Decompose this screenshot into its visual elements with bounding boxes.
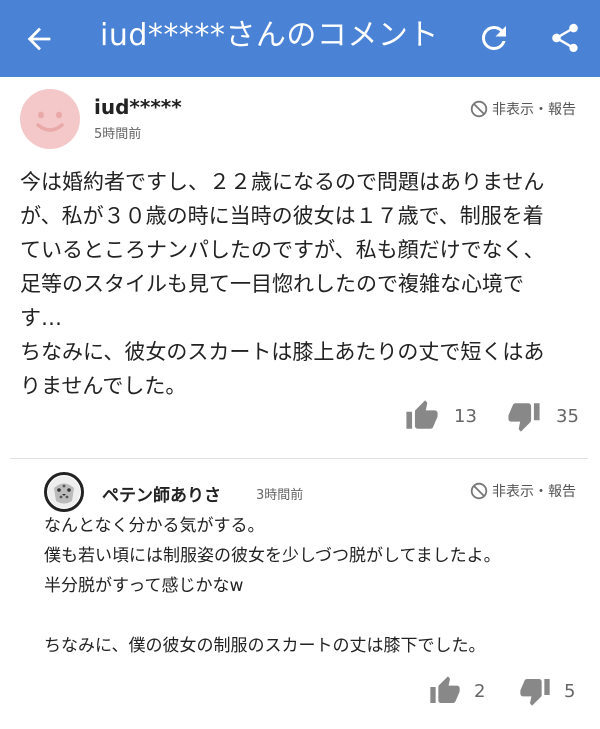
comment-line: 足等のスタイルも見て一目惚れしたので複雑な心境で xyxy=(20,272,524,296)
smiley-face-icon xyxy=(36,111,64,132)
like-button[interactable]: 13 xyxy=(404,399,477,433)
block-icon xyxy=(470,100,488,118)
thumbs-down-icon xyxy=(520,679,550,706)
dislike-button[interactable]: 35 xyxy=(506,399,579,433)
reply-like-count: 2 xyxy=(474,680,486,702)
thumbs-up-icon xyxy=(406,400,438,429)
reply-hide-report-label: 非表示・報告 xyxy=(492,484,576,500)
comment-line: が、私が３０歳の時に当時の彼女は１７歳で、制服を着 xyxy=(20,204,544,228)
reply-line: ちなみに、僕の彼女の制服のスカートの丈は膝下でした。 xyxy=(44,636,486,656)
leopard-avatar-icon xyxy=(48,476,80,508)
back-arrow-icon[interactable] xyxy=(22,22,56,56)
hide-report-button[interactable]: 非表示・報告 xyxy=(470,99,576,119)
like-count: 13 xyxy=(454,405,477,427)
reply-username[interactable]: ペテン師ありさ xyxy=(102,481,221,506)
comment-body: 今は婚約者ですし、２２歳になるので問題はありません が、私が３０歳の時に当時の彼… xyxy=(20,165,588,403)
reply-like-button[interactable]: 2 xyxy=(428,675,485,707)
reply-line: 僕も若い頃には制服姿の彼女を少しづつ脱がしてましたよ。 xyxy=(44,546,501,566)
reply-dislike-count: 5 xyxy=(564,680,576,702)
app-bar: iud*****さんのコメント xyxy=(0,0,600,77)
comment-timestamp: 5時間前 xyxy=(94,127,142,142)
comment-username[interactable]: iud***** xyxy=(94,95,182,119)
share-icon[interactable] xyxy=(548,20,582,56)
reply-hide-report-button[interactable]: 非表示・報告 xyxy=(470,481,576,501)
dislike-count: 35 xyxy=(556,405,579,427)
page-title: iud*****さんのコメント xyxy=(100,18,439,53)
reply-timestamp: 3時間前 xyxy=(256,488,304,503)
reply-line xyxy=(44,601,584,631)
block-icon xyxy=(470,482,488,500)
comment-line: す… xyxy=(20,306,62,330)
reply-avatar[interactable] xyxy=(44,472,84,512)
comment-line: 今は婚約者ですし、２２歳になるので問題はありません xyxy=(20,170,545,194)
avatar[interactable] xyxy=(20,89,80,149)
reply-body: なんとなく分かる気がする。 僕も若い頃には制服姿の彼女を少しづつ脱がしてましたよ… xyxy=(44,511,584,661)
hide-report-label: 非表示・報告 xyxy=(492,102,576,118)
refresh-icon[interactable] xyxy=(476,20,512,56)
comment-line: ちなみに、彼女のスカートは膝上あたりの丈で短くはあ xyxy=(20,340,545,364)
comment-line: ているところナンパしたのですが、私も顔だけでなく、 xyxy=(20,238,545,262)
reply-line: 半分脱がすって感じかなw xyxy=(44,576,244,596)
comment-line: りませんでした。 xyxy=(20,374,187,398)
thumbs-up-icon xyxy=(430,676,460,703)
thumbs-down-icon xyxy=(508,403,540,432)
reply-line: なんとなく分かる気がする。 xyxy=(44,516,265,536)
comment-card: iud***** 5時間前 非表示・報告 今は婚約者ですし、２２歳になるので問題… xyxy=(0,77,600,460)
reply-card: ペテン師ありさ 3時間前 非表示・報告 なんとなく分かる気がする。 僕も若い頃に… xyxy=(0,459,600,729)
reply-dislike-button[interactable]: 5 xyxy=(518,675,575,707)
